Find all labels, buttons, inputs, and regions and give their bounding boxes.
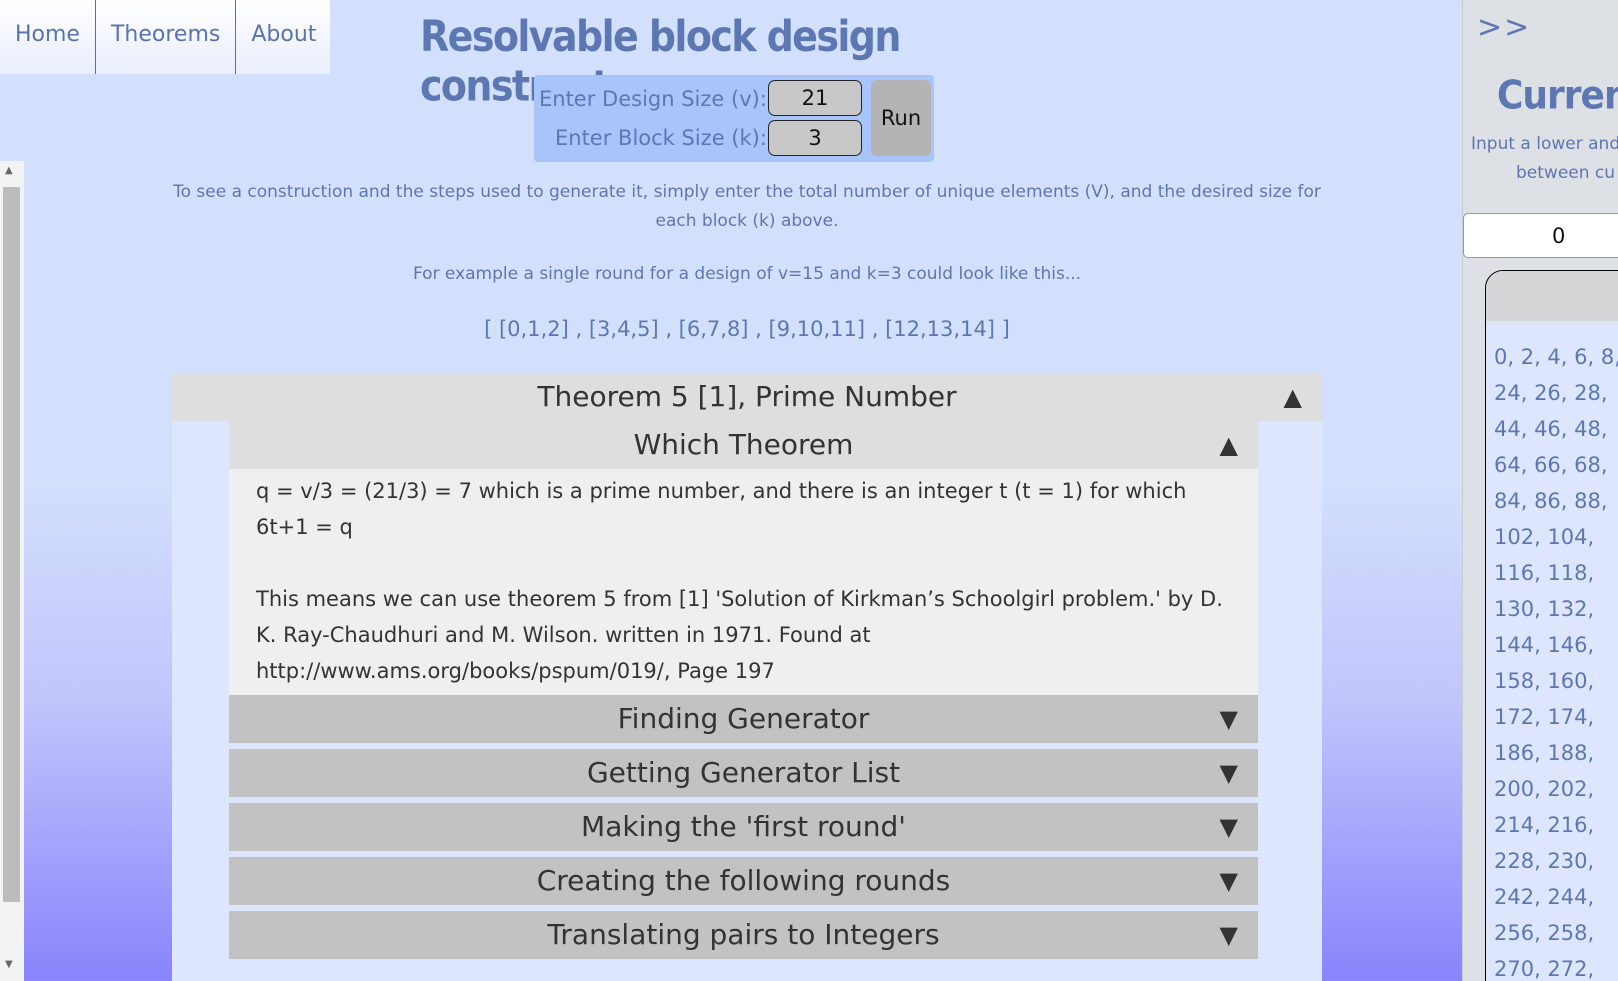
collapse-caret-icon[interactable]: ▲ xyxy=(1220,421,1238,469)
list-item: 84, 86, 88, xyxy=(1494,489,1608,513)
design-size-label: Enter Design Size (v): xyxy=(539,87,767,111)
which-theorem-para-1: q = v/3 = (21/3) = 7 which is a prime nu… xyxy=(256,479,1187,539)
theorem-panel: Theorem 5 [1], Prime Number ▲ Which Theo… xyxy=(172,373,1322,981)
expand-caret-icon[interactable]: ▼ xyxy=(1220,749,1238,797)
which-theorem-title: Which Theorem xyxy=(633,428,854,461)
list-header xyxy=(1486,271,1618,321)
lower-bound-input[interactable] xyxy=(1463,213,1618,258)
list-item: 44, 46, 48, xyxy=(1494,417,1608,441)
run-button[interactable]: Run xyxy=(871,80,931,156)
right-desc-line-2: between cu xyxy=(1516,163,1616,183)
numbers-list: 0, 2, 4, 6, 8, 24, 26, 28, 44, 46, 48, 64, … xyxy=(1494,339,1618,981)
section-title: Creating the following rounds xyxy=(536,864,951,897)
list-item: 242, 244, xyxy=(1494,885,1595,909)
which-theorem-body: q = v/3 = (21/3) = 7 which is a prime nu… xyxy=(229,469,1258,705)
section-title: Getting Generator List xyxy=(586,756,901,789)
section-finding-generator[interactable]: Finding Generator ▼ xyxy=(229,695,1258,743)
right-desc-line-1: Input a lower and xyxy=(1471,134,1618,154)
expand-caret-icon[interactable]: ▼ xyxy=(1220,911,1238,959)
list-item: 24, 26, 28, xyxy=(1494,381,1608,405)
design-form: Enter Design Size (v): Enter Block Size … xyxy=(534,75,934,162)
right-panel-title: Current xyxy=(1497,74,1618,119)
list-item: 64, 66, 68, xyxy=(1494,453,1608,477)
example-round: [ [0,1,2] , [3,4,5] , [6,7,8] , [9,10,11… xyxy=(484,317,1010,341)
theorem-header[interactable]: Theorem 5 [1], Prime Number ▲ xyxy=(172,373,1322,421)
instructions-text: To see a construction and the steps used… xyxy=(173,182,1321,231)
list-item: 144, 146, xyxy=(1494,633,1595,657)
list-item: 116, 118, xyxy=(1494,561,1595,585)
expand-caret-icon[interactable]: ▼ xyxy=(1220,857,1238,905)
list-item: 172, 174, xyxy=(1494,705,1595,729)
nav-theorems[interactable]: Theorems xyxy=(96,0,237,74)
right-panel: >> Current Input a lower and between cu … xyxy=(1462,0,1618,981)
expand-caret-icon[interactable]: ▼ xyxy=(1220,695,1238,743)
list-item: 214, 216, xyxy=(1494,813,1595,837)
example-intro: For example a single round for a design … xyxy=(412,264,1082,284)
expand-caret-icon[interactable]: ▼ xyxy=(1220,803,1238,851)
numbers-list-box: 0, 2, 4, 6, 8, 24, 26, 28, 44, 46, 48, 64, … xyxy=(1485,270,1618,981)
list-item: 270, 272, xyxy=(1494,957,1595,981)
right-panel-desc: Input a lower and between cu xyxy=(1471,130,1618,188)
scrollbar-thumb[interactable] xyxy=(3,187,20,902)
theorem-title: Theorem 5 [1], Prime Number xyxy=(537,380,957,413)
scroll-up-arrow-icon[interactable]: ▲ xyxy=(5,165,13,176)
nav-home[interactable]: Home xyxy=(0,0,96,74)
top-nav: Home Theorems About xyxy=(0,0,331,74)
scrollbar[interactable]: ▲ ▼ xyxy=(0,161,24,981)
scroll-down-arrow-icon[interactable]: ▼ xyxy=(5,959,13,970)
which-theorem-header[interactable]: Which Theorem ▲ xyxy=(229,421,1258,469)
block-size-label: Enter Block Size (k): xyxy=(555,126,767,150)
nav-about[interactable]: About xyxy=(236,0,330,74)
panel-toggle-button[interactable]: >> xyxy=(1477,10,1531,45)
which-theorem-para-2: This means we can use theorem 5 from [1]… xyxy=(256,587,1223,683)
section-generator-list[interactable]: Getting Generator List ▼ xyxy=(229,749,1258,797)
section-following-rounds[interactable]: Creating the following rounds ▼ xyxy=(229,857,1258,905)
list-item: 228, 230, xyxy=(1494,849,1595,873)
list-item: 200, 202, xyxy=(1494,777,1595,801)
section-title: Finding Generator xyxy=(617,702,870,735)
section-title: Translating pairs to Integers xyxy=(547,918,940,951)
section-translating-pairs[interactable]: Translating pairs to Integers ▼ xyxy=(229,911,1258,959)
section-title: Making the 'first round' xyxy=(581,810,906,843)
list-item: 0, 2, 4, 6, 8, xyxy=(1494,345,1618,369)
collapse-caret-icon[interactable]: ▲ xyxy=(1284,373,1302,421)
list-item: 130, 132, xyxy=(1494,597,1595,621)
block-size-input[interactable] xyxy=(768,120,862,156)
list-item: 102, 104, xyxy=(1494,525,1595,549)
section-first-round[interactable]: Making the 'first round' ▼ xyxy=(229,803,1258,851)
list-item: 256, 258, xyxy=(1494,921,1595,945)
list-item: 186, 188, xyxy=(1494,741,1595,765)
list-item: 158, 160, xyxy=(1494,669,1595,693)
design-size-input[interactable] xyxy=(768,80,862,116)
